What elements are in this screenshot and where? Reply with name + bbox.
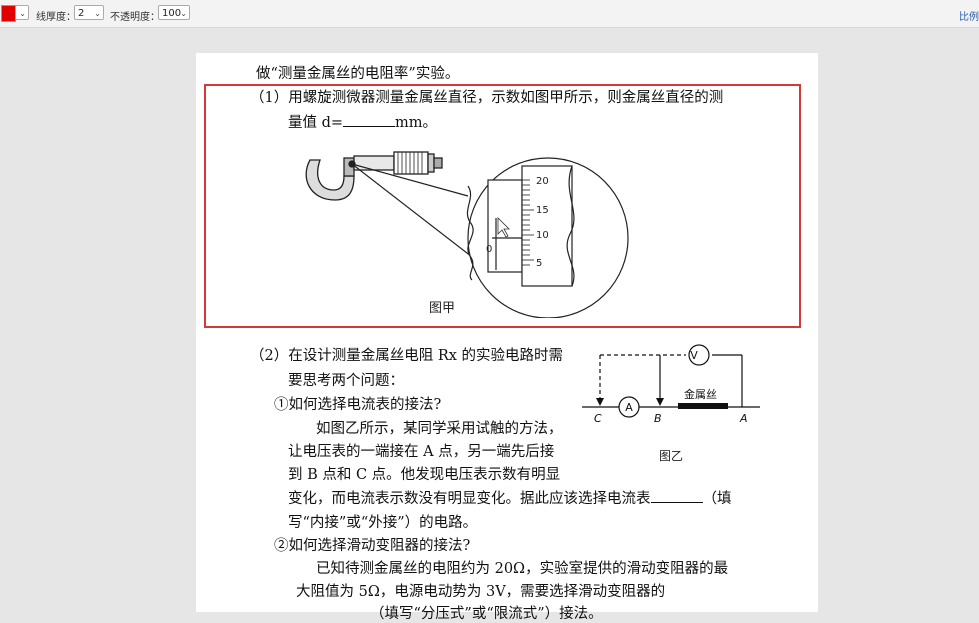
thickness-select[interactable]: 2 ⌄ <box>74 5 104 20</box>
q2-sub2: ②如何选择滑动变阻器的接法? <box>274 538 471 554</box>
problem-title: 做“测量金属丝的电阻率”实验。 <box>256 66 460 82</box>
q1-unit: mm。 <box>395 115 438 131</box>
scale-label-20: 20 <box>536 176 549 187</box>
q2-para-line4-text: 变化，而电流表示数没有明显变化。据此应该选择电流表 <box>288 491 651 507</box>
color-dropdown[interactable]: ⌄ <box>15 5 29 20</box>
thickness-label: 线厚度： <box>36 12 76 23</box>
chevron-down-icon: ⌄ <box>180 9 187 18</box>
q2-para-line3: 到 B 点和 C 点。他发现电压表示数有明显 <box>288 467 561 483</box>
scale-label-15: 15 <box>536 205 549 216</box>
opacity-value: 100 <box>162 8 182 19</box>
q2-line1: （2）在设计测量金属丝电阻 Rx 的实验电路时需 <box>250 348 564 364</box>
zoom-ratio-label[interactable]: 比例 <box>959 8 979 23</box>
q2-para-line2: 让电压表的一端接在 A 点，另一端先后接 <box>288 444 555 460</box>
scale-label-10: 10 <box>536 230 549 241</box>
circuit-figure-yi: V A 金属丝 C B A <box>582 344 760 425</box>
q2-para-line7: 大阻值为 5Ω，电源电动势为 3V，需要选择滑动变阻器的 <box>296 584 666 600</box>
scale-label-5: 5 <box>536 258 542 269</box>
point-a-label: A <box>739 412 748 425</box>
q2-para-line4-end: （填 <box>702 491 732 507</box>
q2-para-line1: 如图乙所示，某同学采用试触的方法， <box>316 421 563 437</box>
point-b-label: B <box>654 412 662 425</box>
q2-line2: 要思考两个问题： <box>288 373 404 389</box>
thickness-value: 2 <box>78 8 85 19</box>
annotation-toolbar: ⌄ 线厚度： 2 ⌄ 不透明度： 100 ⌄ 比例 <box>0 0 979 28</box>
opacity-select[interactable]: 100 ⌄ <box>158 5 190 20</box>
q2-para-line4: 变化，而电流表示数没有明显变化。据此应该选择电流表 （填 <box>288 487 732 508</box>
figure-jia-caption: 图甲 <box>429 301 456 316</box>
q2-para-line8: （填写“分压式”或“限流式”）接法。 <box>370 606 603 622</box>
chevron-down-icon: ⌄ <box>19 9 26 18</box>
q1-line2: 量值 d= mm。 <box>288 111 437 132</box>
point-c-label: C <box>594 412 602 425</box>
q2-para-line5: 写“内接”或“外接”）的电路。 <box>288 515 478 531</box>
micrometer-figure: 20 15 10 5 0 <box>305 151 629 318</box>
voltmeter-label: V <box>690 349 698 362</box>
q2-sub1: ①如何选择电流表的接法? <box>274 397 442 413</box>
wire-label: 金属丝 <box>684 387 717 401</box>
ammeter-label: A <box>625 401 633 414</box>
answer-blank-d <box>343 112 396 127</box>
q1-d-label: 量值 d= <box>288 115 344 131</box>
answer-blank-ammeter <box>650 488 703 503</box>
scale-label-zero: 0 <box>486 244 492 255</box>
q1-line1: （1）用螺旋测微器测量金属丝直径，示数如图甲所示，则金属丝直径的测 <box>250 90 724 106</box>
color-picker-swatch[interactable] <box>1 5 16 22</box>
chevron-down-icon: ⌄ <box>94 9 101 18</box>
q2-para-line6: 已知待测金属丝的电阻约为 20Ω，实验室提供的滑动变阻器的最 <box>316 561 729 577</box>
opacity-label: 不透明度： <box>110 12 160 23</box>
figure-yi-caption: 图乙 <box>659 449 684 463</box>
